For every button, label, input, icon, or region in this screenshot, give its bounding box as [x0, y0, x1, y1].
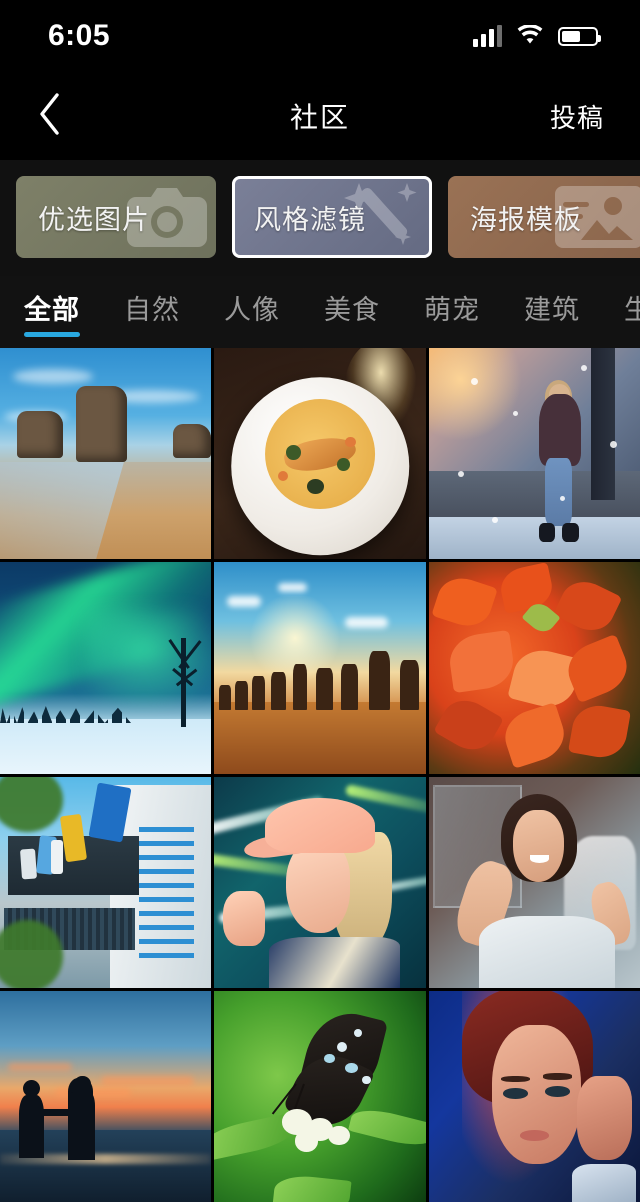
nav-bar: 社区 投稿	[0, 72, 640, 160]
category-card-label: 海报模板	[470, 204, 582, 235]
photo-grid	[0, 348, 640, 1202]
bride-photo[interactable]	[428, 776, 640, 988]
category-card-featured-images[interactable]: 优选图片	[16, 176, 216, 258]
tab-nature[interactable]: 自然	[124, 288, 180, 337]
city-balcony-photo[interactable]	[0, 776, 212, 988]
photo-artwork	[214, 990, 426, 1202]
submit-post-button[interactable]: 投稿	[550, 98, 604, 135]
gourmet-fish-dish-photo[interactable]	[214, 348, 426, 560]
category-card-style-filters[interactable]: 风格滤镜	[232, 176, 432, 258]
category-card-label: 优选图片	[38, 204, 150, 235]
battery-icon	[558, 26, 601, 46]
tab-all[interactable]: 全部	[24, 288, 80, 337]
aurora-tree-photo[interactable]	[0, 562, 212, 774]
photo-artwork	[214, 776, 426, 988]
neon-portrait-photo[interactable]	[428, 990, 640, 1202]
status-bar: 6:05	[0, 0, 640, 72]
photo-artwork	[214, 348, 426, 560]
autumn-leaves-photo[interactable]	[428, 562, 640, 774]
butterfly-flower-photo[interactable]	[214, 990, 426, 1202]
photo-artwork	[0, 776, 212, 988]
page-title: 社区	[289, 102, 350, 133]
category-card-poster-templates[interactable]: 海报模板	[448, 176, 640, 258]
tab-pets[interactable]: 萌宠	[424, 288, 480, 337]
category-tab-bar[interactable]: 全部 自然 人像 美食 萌宠 建筑 生活	[0, 276, 640, 348]
photo-artwork	[428, 562, 640, 774]
photo-artwork	[428, 990, 640, 1202]
battery-fill	[562, 30, 580, 42]
status-indicators	[473, 25, 601, 47]
category-card-label: 风格滤镜	[254, 204, 366, 235]
back-button[interactable]	[36, 92, 84, 140]
photo-artwork	[214, 562, 426, 774]
photo-artwork	[0, 562, 212, 774]
tab-food[interactable]: 美食	[324, 288, 380, 337]
neon-cap-girl-photo[interactable]	[214, 776, 426, 988]
wifi-icon	[516, 25, 544, 47]
snow-portrait-photo[interactable]	[428, 348, 640, 560]
photo-artwork	[428, 348, 640, 560]
tab-portrait[interactable]: 人像	[224, 288, 280, 337]
photo-artwork	[0, 990, 212, 1202]
beach-rocks-photo[interactable]	[0, 348, 212, 560]
tab-lifestyle[interactable]: 生活	[624, 288, 640, 337]
status-time: 6:05	[48, 19, 111, 52]
photo-artwork	[0, 348, 212, 560]
tab-architecture[interactable]: 建筑	[524, 288, 580, 337]
chevron-left-icon	[36, 92, 62, 141]
photo-artwork	[428, 776, 640, 988]
category-card-row[interactable]: 优选图片 风格滤镜 海报模板	[0, 160, 640, 276]
moai-sunset-photo[interactable]	[214, 562, 426, 774]
cellular-signal-icon	[473, 25, 502, 47]
couple-sunset-photo[interactable]	[0, 990, 212, 1202]
